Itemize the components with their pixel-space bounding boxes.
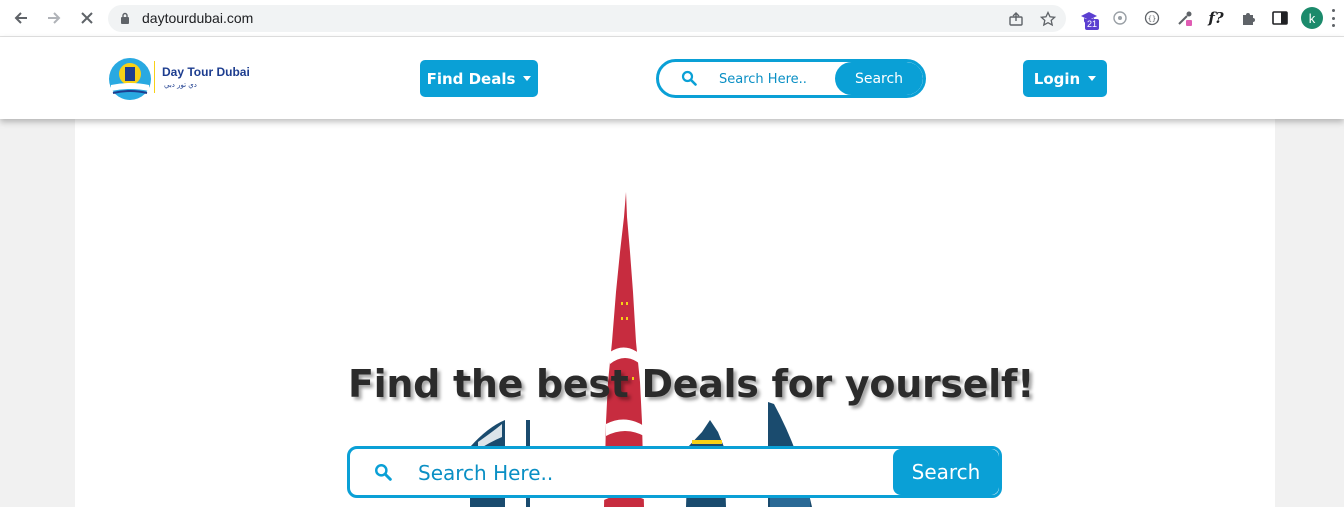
more-menu-icon[interactable]: [1330, 9, 1336, 27]
forward-arrow-icon[interactable]: [42, 6, 66, 30]
stop-loading-icon[interactable]: [75, 6, 99, 30]
header-search-bar: Search: [656, 59, 926, 98]
login-button[interactable]: Login: [1023, 60, 1107, 97]
login-label: Login: [1033, 69, 1081, 88]
svg-text:{}: {}: [1148, 15, 1156, 23]
caret-down-icon: [1088, 76, 1097, 81]
site-logo[interactable]: Day Tour Dubai ﺩﻱ ﺗﻮﺭ ﺩﺑﻲ: [108, 57, 258, 101]
caret-down-icon: [523, 76, 532, 81]
share-icon[interactable]: [1006, 9, 1026, 29]
back-arrow-icon[interactable]: [9, 6, 33, 30]
url-text[interactable]: daytourdubai.com: [142, 10, 253, 26]
site-header: Day Tour Dubai ﺩﻱ ﺗﻮﺭ ﺩﺑﻲ Find Deals Sea…: [0, 37, 1344, 119]
lock-icon: [121, 12, 129, 24]
header-search-input[interactable]: [719, 67, 834, 91]
bookmark-star-icon[interactable]: [1038, 9, 1058, 29]
side-panel-icon[interactable]: [1269, 7, 1291, 29]
hero-search-bar: Search: [347, 446, 1002, 498]
font-finder-extension-icon[interactable]: f?: [1205, 7, 1227, 29]
find-deals-label: Find Deals: [426, 69, 516, 88]
search-icon: [375, 464, 392, 481]
hero-search-input[interactable]: [418, 457, 878, 489]
logo-emblem-icon: [109, 58, 151, 100]
profile-avatar[interactable]: k: [1301, 7, 1323, 29]
extension-badge: 21: [1085, 19, 1100, 30]
header-search-button[interactable]: Search: [835, 62, 923, 95]
puzzle-extensions-icon[interactable]: [1237, 7, 1259, 29]
browser-toolbar: daytourdubai.com 21 {} f? k: [0, 0, 1344, 37]
logo-subtitle: ﺩﻱ ﺗﻮﺭ ﺩﺑﻲ: [164, 81, 197, 89]
find-deals-button[interactable]: Find Deals: [420, 60, 538, 97]
eyedropper-extension-icon[interactable]: [1174, 7, 1196, 29]
address-bar[interactable]: daytourdubai.com: [108, 5, 1066, 32]
timer-extension-icon[interactable]: [1109, 7, 1131, 29]
search-icon: [681, 70, 697, 86]
code-extension-icon[interactable]: {}: [1141, 7, 1163, 29]
hero-search-button[interactable]: Search: [893, 449, 999, 495]
hero-title: Find the best Deals for yourself!: [348, 362, 1035, 406]
logo-title: Day Tour Dubai: [162, 65, 250, 79]
